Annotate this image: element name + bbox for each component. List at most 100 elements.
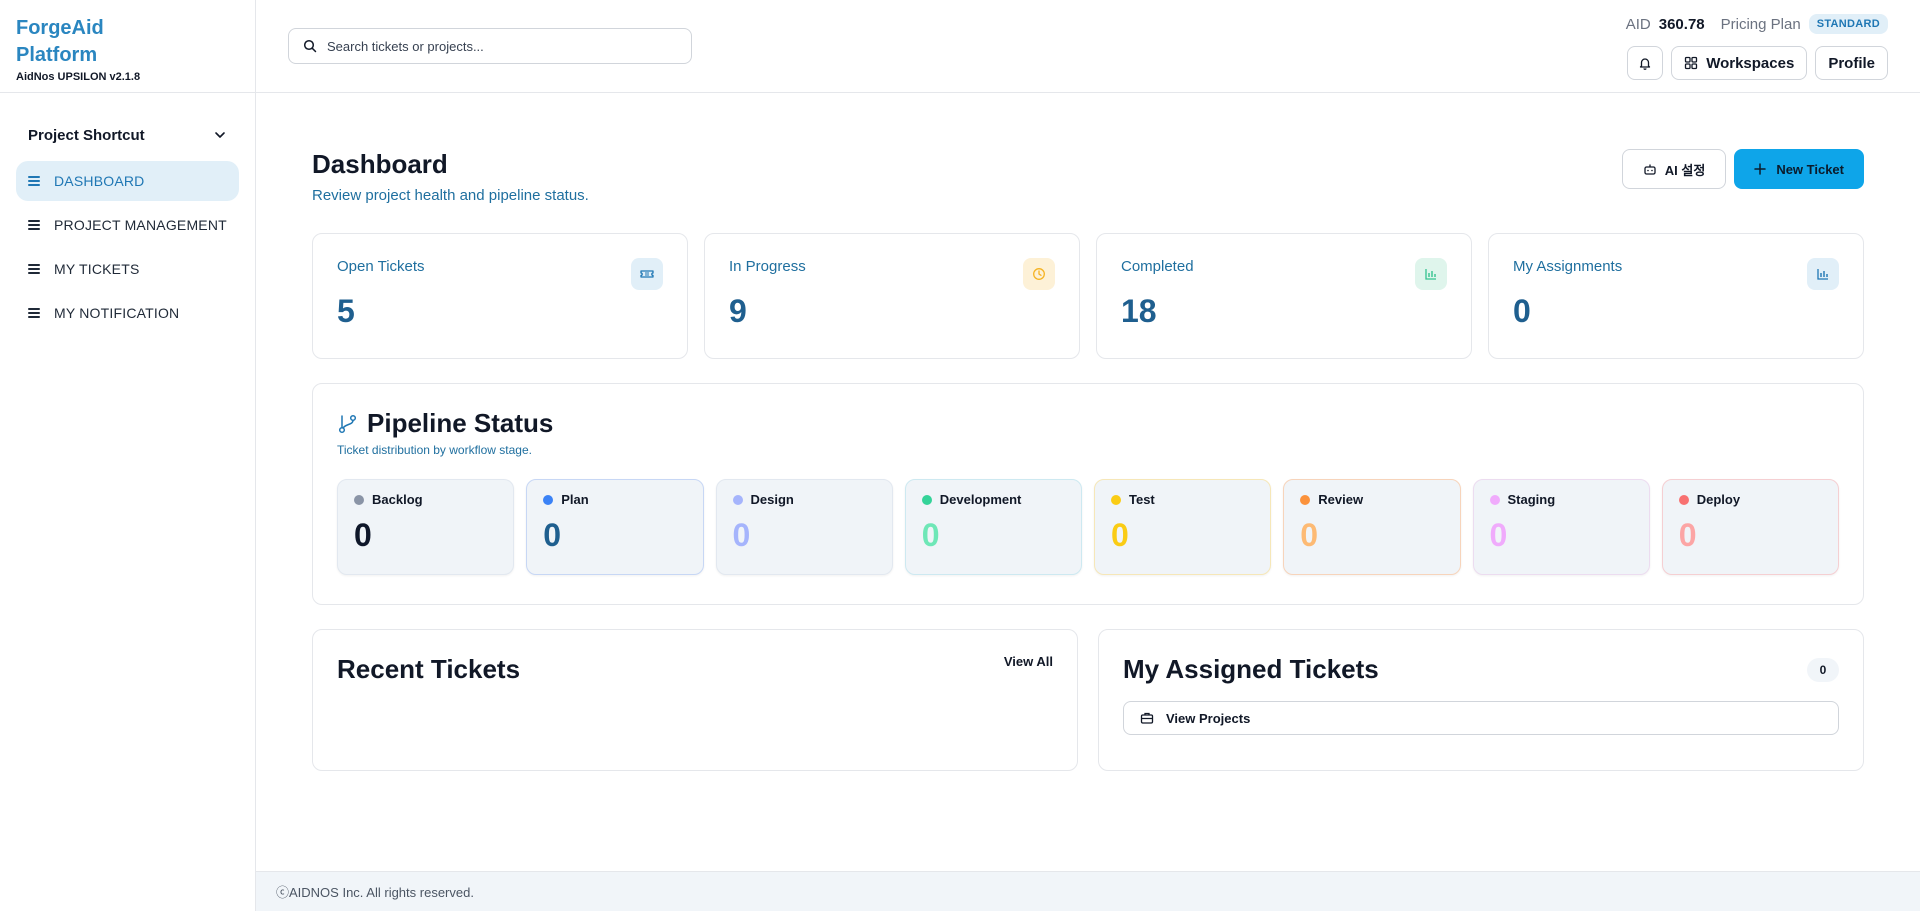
stat-card-in-progress[interactable]: In Progress 9 xyxy=(704,233,1080,359)
stage-name: Plan xyxy=(561,492,589,507)
project-shortcut-dropdown[interactable]: Project Shortcut xyxy=(16,121,239,149)
stage-name: Staging xyxy=(1507,492,1556,507)
stage-card-deploy[interactable]: Deploy 0 xyxy=(1661,479,1839,575)
stat-card-my-assignments[interactable]: My Assignments 0 xyxy=(1488,233,1864,359)
search-icon xyxy=(303,39,317,53)
page-title: Dashboard xyxy=(312,149,448,179)
workspaces-label: Workspaces xyxy=(1706,54,1795,72)
status-dot xyxy=(1489,494,1500,505)
bot-icon xyxy=(1644,164,1656,175)
stage-card-design[interactable]: Design 0 xyxy=(715,479,893,575)
stage-count: 0 xyxy=(1678,517,1697,553)
stage-count: 0 xyxy=(543,517,562,553)
version-label: AidNos UPSILON v2.1.8 xyxy=(16,71,141,83)
git-branch-icon xyxy=(338,414,357,433)
page-subtitle: Review project health and pipeline statu… xyxy=(312,187,589,204)
top-header: AID 360.78 Pricing Plan STANDARD Workspa… xyxy=(256,0,1920,93)
page-actions: AI 설정 New Ticket xyxy=(1621,149,1864,189)
project-shortcut-label: Project Shortcut xyxy=(28,126,145,144)
bar-chart-icon xyxy=(1415,258,1447,290)
stage-card-plan[interactable]: Plan 0 xyxy=(526,479,704,575)
brand[interactable]: ForgeAid Platform AidNos UPSILON v2.1.8 xyxy=(0,0,255,93)
stat-card-completed[interactable]: Completed 18 xyxy=(1096,233,1472,359)
header-actions: Workspaces Profile xyxy=(1627,46,1888,80)
chevron-down-icon xyxy=(215,132,225,138)
briefcase-icon xyxy=(1140,712,1154,724)
status-dot xyxy=(1678,494,1689,505)
stage-name: Design xyxy=(750,492,794,507)
status-dot xyxy=(921,494,932,505)
view-projects-label: View Projects xyxy=(1166,710,1251,726)
brand-title-line1: ForgeAid xyxy=(16,17,104,39)
stage-count: 0 xyxy=(921,517,940,553)
profile-label: Profile xyxy=(1828,54,1875,72)
stat-value: 5 xyxy=(337,293,355,329)
stage-card-development[interactable]: Development 0 xyxy=(904,479,1082,575)
recent-tickets-card: Recent Tickets View All xyxy=(312,629,1078,771)
sidebar-item-label: MY NOTIFICATION xyxy=(54,305,180,321)
sidebar-item-label: DASHBOARD xyxy=(54,173,145,189)
pipeline-stages: Backlog 0 Plan 0 Design 0 Development 0 … xyxy=(337,479,1839,575)
view-projects-button[interactable]: View Projects xyxy=(1123,701,1839,735)
plan-badge: STANDARD xyxy=(1808,14,1888,34)
pipeline-header: Pipeline Status xyxy=(337,408,1839,439)
stat-value: 9 xyxy=(729,293,747,329)
notifications-button[interactable] xyxy=(1627,46,1664,80)
stat-value: 0 xyxy=(1513,293,1531,329)
stage-card-backlog[interactable]: Backlog 0 xyxy=(337,479,515,575)
stage-name: Backlog xyxy=(372,492,423,507)
account-info: AID 360.78 Pricing Plan STANDARD xyxy=(1626,14,1888,34)
status-dot xyxy=(1300,494,1311,505)
stage-card-staging[interactable]: Staging 0 xyxy=(1472,479,1650,575)
bar-chart-icon xyxy=(1807,258,1839,290)
aid-label: AID xyxy=(1625,15,1651,33)
sidebar-nav: DASHBOARD PROJECT MANAGEMENT MY TICKETS … xyxy=(0,161,255,333)
sidebar-item-my-notification[interactable]: MY NOTIFICATION xyxy=(16,293,239,333)
sidebar-item-project-management[interactable]: PROJECT MANAGEMENT xyxy=(16,205,239,245)
assigned-count-badge: 0 xyxy=(1807,658,1839,682)
stage-count: 0 xyxy=(1489,517,1508,553)
recent-tickets-title: Recent Tickets xyxy=(337,654,521,684)
stage-card-test[interactable]: Test 0 xyxy=(1094,479,1272,575)
new-ticket-button[interactable]: New Ticket xyxy=(1734,149,1864,189)
stat-label: In Progress xyxy=(729,258,806,275)
stat-label: Open Tickets xyxy=(337,258,425,275)
brand-title-line2: Platform xyxy=(16,44,98,66)
stage-card-review[interactable]: Review 0 xyxy=(1283,479,1461,575)
stage-name: Test xyxy=(1129,492,1155,507)
stat-label: My Assignments xyxy=(1513,258,1623,275)
pricing-plan-label: Pricing Plan xyxy=(1720,15,1801,33)
stage-name: Development xyxy=(939,492,1022,507)
stage-count: 0 xyxy=(732,517,751,553)
stat-card-open-tickets[interactable]: Open Tickets 5 xyxy=(312,233,688,359)
status-dot xyxy=(1111,494,1121,505)
stat-label: Completed xyxy=(1121,258,1194,275)
profile-button[interactable]: Profile xyxy=(1815,46,1888,80)
pipeline-status-card: Pipeline Status Ticket distribution by w… xyxy=(312,383,1864,605)
stage-count: 0 xyxy=(1300,517,1319,553)
stage-count: 0 xyxy=(1111,517,1129,553)
sidebar-item-my-tickets[interactable]: MY TICKETS xyxy=(16,249,239,289)
sidebar-item-label: MY TICKETS xyxy=(54,261,140,277)
search-input[interactable] xyxy=(327,38,667,54)
grid-icon xyxy=(1685,56,1698,70)
ai-settings-button[interactable]: AI 설정 xyxy=(1621,149,1727,189)
search-box[interactable] xyxy=(288,28,692,64)
pipeline-subtitle: Ticket distribution by workflow stage. xyxy=(337,443,532,457)
clock-icon xyxy=(1023,258,1055,290)
main-content: Dashboard Review project health and pipe… xyxy=(256,93,1920,871)
menu-icon xyxy=(28,308,40,318)
workspaces-button[interactable]: Workspaces xyxy=(1671,46,1808,80)
footer: ⓒAIDNOS Inc. All rights reserved. xyxy=(256,871,1920,911)
sidebar-item-dashboard[interactable]: DASHBOARD xyxy=(16,161,239,201)
sidebar: ForgeAid Platform AidNos UPSILON v2.1.8 … xyxy=(0,0,256,911)
ai-settings-label: AI 설정 xyxy=(1664,162,1706,178)
new-ticket-label: New Ticket xyxy=(1776,161,1844,177)
view-all-link[interactable]: View All xyxy=(1004,654,1053,669)
stage-count: 0 xyxy=(354,517,372,553)
pipeline-title: Pipeline Status xyxy=(367,408,554,438)
menu-icon xyxy=(28,220,40,230)
my-assigned-tickets-card: My Assigned Tickets 0 View Projects xyxy=(1098,629,1864,771)
bell-icon xyxy=(1640,58,1651,70)
menu-icon xyxy=(28,176,40,186)
